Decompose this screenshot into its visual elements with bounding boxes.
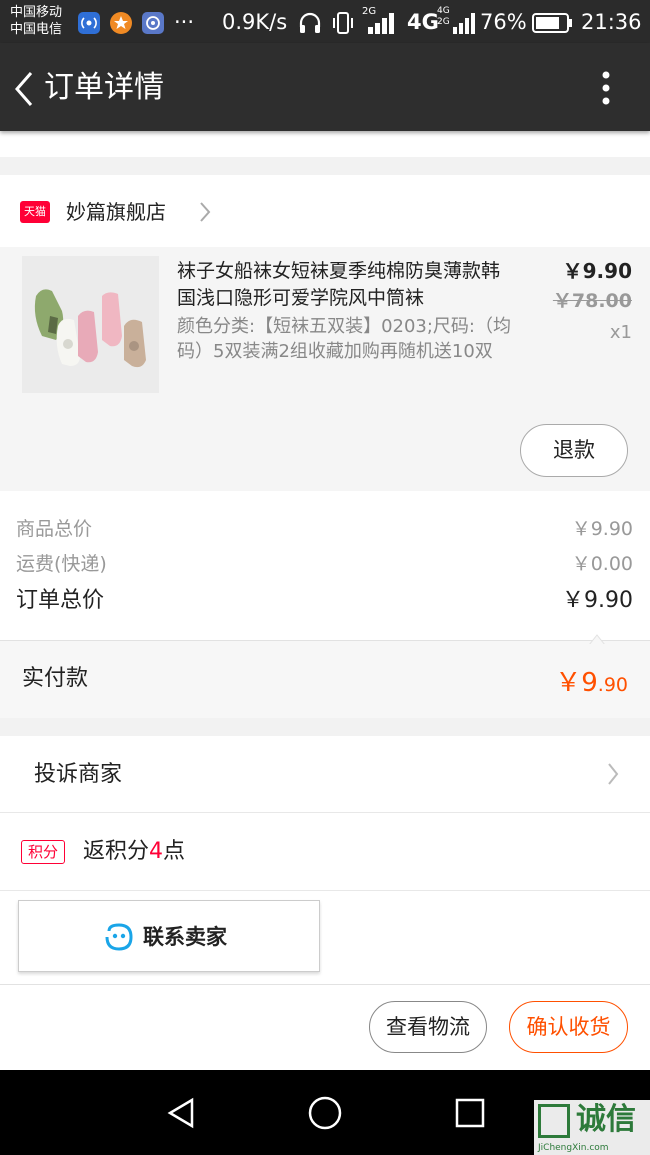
chat-bubble-icon — [103, 921, 135, 953]
overflow-menu-icon[interactable] — [600, 70, 612, 106]
network-4g-label: 4G — [407, 10, 439, 34]
watermark-url: JiChengXin.com — [538, 1143, 609, 1153]
carrier-2: 中国电信 — [10, 22, 63, 37]
back-arrow-icon[interactable] — [14, 71, 34, 107]
points-prefix: 返积分 — [83, 839, 150, 864]
actual-payment-row — [0, 640, 650, 718]
star-app-icon — [110, 12, 132, 34]
app-bar: 订单详情 — [0, 43, 650, 131]
product-price: ￥9.90 — [562, 259, 632, 283]
vibrate-icon — [331, 10, 355, 36]
battery-icon — [532, 12, 574, 34]
divider — [0, 890, 650, 891]
status-bar: 中国移动 中国电信 ··· 0.9K/s 2G 4G 4G 2G 76% 21:3… — [0, 0, 650, 43]
app-notification-icon — [142, 12, 164, 34]
network-4g-2g-label: 4G 2G — [437, 6, 450, 27]
product-original-price: ￥78.00 — [552, 290, 632, 312]
carrier-1: 中国移动 — [10, 5, 63, 20]
points-badge: 积分 — [21, 840, 65, 864]
nav-home-icon[interactable] — [307, 1095, 343, 1131]
actual-payment-value: ￥9.90 — [555, 662, 628, 699]
clock: 21:36 — [581, 10, 642, 34]
caret-up-icon — [587, 630, 607, 646]
view-logistics-button[interactable]: 查看物流 — [369, 1001, 487, 1053]
goods-total-label: 商品总价 — [16, 518, 93, 540]
watermark: 诚信 JiChengXin.com — [534, 1100, 650, 1155]
complain-seller-link[interactable]: 投诉商家 — [34, 760, 122, 790]
more-notifications: ··· — [174, 10, 195, 34]
actual-payment-decimal: .90 — [597, 674, 628, 696]
order-total-label: 订单总价 — [16, 588, 105, 613]
hotspot-icon — [78, 12, 100, 34]
watermark-logo-icon — [538, 1104, 570, 1138]
actual-payment-int: ￥9 — [555, 668, 598, 698]
divider — [0, 812, 650, 813]
points-reward: 返积分4点 — [83, 837, 185, 867]
contact-seller-button[interactable]: 联系卖家 — [18, 900, 320, 972]
actual-payment-label: 实付款 — [22, 666, 89, 691]
order-total-value: ￥9.90 — [562, 588, 633, 613]
signal-icon-2 — [452, 11, 478, 35]
watermark-text: 诚信 — [576, 1102, 636, 1137]
shipping-value: ￥0.00 — [571, 553, 633, 575]
nav-back-icon[interactable] — [166, 1097, 198, 1129]
product-image[interactable] — [22, 256, 159, 393]
network-speed: 0.9K/s — [222, 10, 288, 34]
chevron-right-icon[interactable] — [198, 201, 212, 223]
product-title[interactable]: 袜子女船袜女短袜夏季纯棉防臭薄款韩国浅口隐形可爱学院风中筒袜 — [177, 258, 507, 312]
carrier-names: 中国移动 中国电信 — [10, 4, 62, 38]
page-title: 订单详情 — [44, 70, 164, 105]
goods-total-value: ￥9.90 — [571, 518, 633, 540]
points-value: 4 — [149, 839, 164, 864]
refund-button[interactable]: 退款 — [520, 424, 628, 477]
battery-percent: 76% — [480, 10, 527, 34]
headphones-icon — [298, 12, 322, 34]
contact-seller-label: 联系卖家 — [143, 925, 227, 949]
chevron-right-icon[interactable] — [606, 762, 620, 786]
nav-recents-icon[interactable] — [454, 1097, 486, 1129]
address-section-partial — [0, 131, 650, 157]
product-sku: 颜色分类:【短袜五双装】0203;尺码:（均码）5双装满2组收藏加购再随机送10… — [177, 316, 512, 362]
product-quantity: x1 — [609, 322, 632, 343]
points-suffix: 点 — [163, 839, 186, 864]
confirm-receipt-button[interactable]: 确认收货 — [509, 1001, 628, 1053]
shop-name[interactable]: 妙篇旗舰店 — [66, 198, 166, 226]
signal-icon-1 — [364, 11, 398, 35]
tmall-logo: 天猫 — [20, 201, 50, 223]
shipping-label: 运费(快递) — [16, 553, 107, 575]
